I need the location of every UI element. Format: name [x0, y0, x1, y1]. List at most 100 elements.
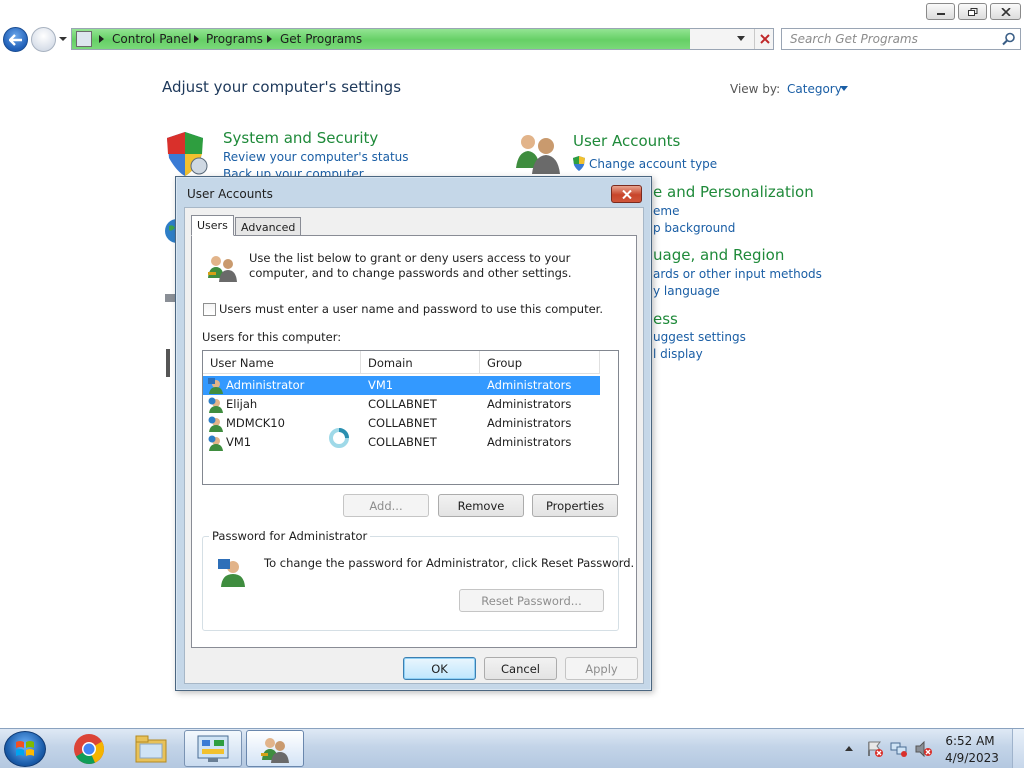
clock-time[interactable]: 6:52 AM: [945, 734, 995, 748]
user-accounts-dialog: User Accounts Users Advanced Use the lis…: [175, 176, 652, 691]
dialog-body: Users Advanced Use the list below to gra…: [184, 207, 644, 684]
show-hidden-icons-button[interactable]: [845, 746, 853, 751]
breadcrumb-get-programs[interactable]: Get Programs: [280, 32, 362, 46]
clock-date[interactable]: 4/9/2023: [945, 751, 999, 765]
breadcrumb-programs[interactable]: Programs: [206, 32, 263, 46]
breadcrumb-separator-icon: [99, 35, 104, 43]
table-row-elijah[interactable]: Elijah COLLABNET Administrators: [203, 395, 600, 414]
stop-button[interactable]: [754, 29, 773, 49]
volume-muted-icon[interactable]: [914, 741, 932, 757]
category-ease-of-access[interactable]: ess: [653, 310, 678, 328]
taskbar-user-accounts[interactable]: [246, 730, 304, 767]
busy-cursor-icon: [329, 428, 349, 448]
show-desktop-button[interactable]: [1012, 729, 1024, 768]
tab-users[interactable]: Users: [191, 215, 234, 236]
user-accounts-icon: [261, 737, 289, 763]
address-bar[interactable]: Control Panel Programs Get Programs: [71, 28, 774, 50]
remove-user-button[interactable]: Remove: [438, 494, 524, 517]
navigation-bar: Control Panel Programs Get Programs Sear…: [0, 22, 1024, 56]
forward-button[interactable]: [31, 27, 56, 52]
category-appearance-personalization[interactable]: e and Personalization: [653, 183, 814, 201]
column-header-user-name[interactable]: User Name: [203, 351, 361, 374]
view-by-chevron-icon[interactable]: [840, 86, 848, 91]
users-list-label: Users for this computer:: [202, 330, 342, 344]
address-dropdown-button[interactable]: [734, 32, 748, 46]
must-login-label[interactable]: Users must enter a user name and passwor…: [219, 302, 603, 316]
domain-user-icon: [208, 397, 223, 413]
taskbar-windows-explorer[interactable]: [122, 730, 180, 767]
cancel-button[interactable]: Cancel: [484, 657, 557, 680]
reset-password-button[interactable]: Reset Password...: [459, 589, 604, 612]
breadcrumb-control-panel[interactable]: Control Panel: [112, 32, 192, 46]
link-desktop-background[interactable]: p background: [653, 221, 735, 235]
taskbar-chrome[interactable]: [60, 730, 118, 767]
breadcrumb-separator-icon: [267, 35, 272, 43]
network-icon[interactable]: [890, 741, 908, 757]
category-system-security[interactable]: System and Security: [223, 129, 378, 147]
table-row-vm1[interactable]: VM1 COLLABNET Administrators: [203, 433, 600, 452]
stop-x-icon: [759, 34, 770, 44]
domain-user-icon: [208, 435, 223, 451]
password-group-legend: Password for Administrator: [209, 529, 371, 543]
table-row-mdmck10[interactable]: MDMCK10 COLLABNET Administrators: [203, 414, 600, 433]
cell-user-name: MDMCK10: [226, 416, 285, 430]
link-theme[interactable]: eme: [653, 204, 679, 218]
link-change-account-type[interactable]: Change account type: [589, 157, 717, 171]
users-listview[interactable]: User Name Domain Group Administrator VM1…: [202, 350, 619, 485]
restore-icon: [967, 7, 977, 16]
tab-advanced[interactable]: Advanced: [235, 217, 302, 236]
user-password-icon: [218, 559, 245, 587]
cell-user-name: Administrator: [226, 378, 305, 392]
minimize-button[interactable]: [926, 3, 955, 20]
user-accounts-icon[interactable]: [514, 130, 562, 176]
page-title: Adjust your computer's settings: [162, 78, 402, 96]
link-optimize-display[interactable]: l display: [653, 347, 703, 361]
control-panel-icon: [197, 735, 229, 762]
chrome-icon: [74, 733, 104, 764]
properties-button[interactable]: Properties: [532, 494, 618, 517]
breadcrumb-separator-icon: [194, 35, 199, 43]
domain-user-icon: [208, 416, 223, 432]
link-input-methods[interactable]: ards or other input methods: [653, 267, 822, 281]
password-help-text: To change the password for Administrator…: [264, 556, 635, 570]
link-display-language[interactable]: y language: [653, 284, 720, 298]
view-by-label: View by:: [730, 82, 781, 96]
shield-icon[interactable]: [163, 130, 211, 178]
restore-button[interactable]: [958, 3, 987, 20]
search-input[interactable]: Search Get Programs: [781, 28, 1021, 50]
user-icon: [208, 378, 223, 394]
list-header: User Name Domain Group: [203, 351, 600, 374]
users-key-icon: [208, 256, 237, 282]
link-suggest-settings[interactable]: uggest settings: [653, 330, 746, 344]
apply-button[interactable]: Apply: [565, 657, 638, 680]
link-review-status[interactable]: Review your computer's status: [223, 150, 409, 164]
column-header-group[interactable]: Group: [480, 351, 600, 374]
ok-button[interactable]: OK: [403, 657, 476, 680]
back-button[interactable]: [3, 27, 28, 52]
column-header-domain[interactable]: Domain: [361, 351, 480, 374]
explorer-titlebar: [0, 0, 1024, 22]
must-login-checkbox[interactable]: [203, 303, 216, 316]
dialog-close-button[interactable]: [611, 185, 642, 203]
cell-group: Administrators: [487, 435, 572, 449]
category-clock-language-region[interactable]: uage, and Region: [653, 246, 784, 264]
taskbar: 6:52 AM 4/9/2023: [0, 728, 1024, 768]
table-row-administrator[interactable]: Administrator VM1 Administrators: [203, 376, 600, 395]
cell-domain: COLLABNET: [368, 397, 437, 411]
minimize-icon: [936, 12, 945, 15]
chevron-down-icon: [737, 36, 745, 41]
add-user-button[interactable]: Add...: [343, 494, 429, 517]
close-window-button[interactable]: [990, 3, 1021, 20]
taskbar-control-panel[interactable]: [184, 730, 242, 767]
arrow-left-icon: [8, 33, 22, 46]
recent-pages-icon[interactable]: [58, 34, 68, 44]
search-icon[interactable]: [1002, 32, 1016, 46]
category-user-accounts[interactable]: User Accounts: [573, 132, 680, 150]
intro-text: Use the list below to grant or deny user…: [249, 251, 572, 280]
cell-user-name: VM1: [226, 435, 252, 449]
view-by-dropdown[interactable]: Category: [787, 82, 842, 96]
start-button[interactable]: [4, 731, 46, 767]
action-center-icon[interactable]: [866, 741, 884, 757]
cell-user-name: Elijah: [226, 397, 258, 411]
dialog-title: User Accounts: [187, 187, 273, 201]
